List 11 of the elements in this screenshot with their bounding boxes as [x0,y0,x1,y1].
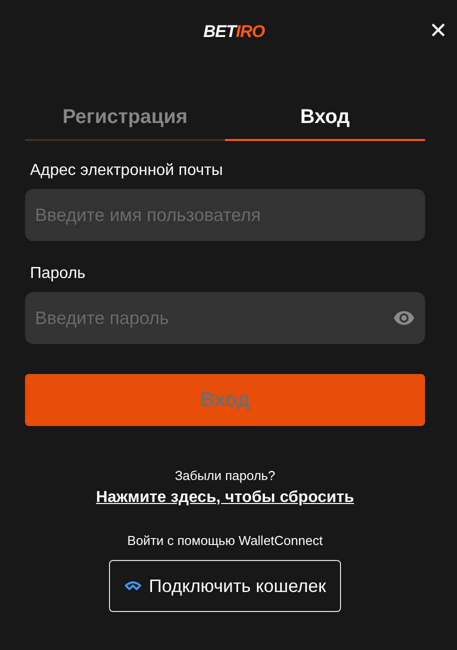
wallet-text: Войти с помощью WalletConnect [126,533,324,548]
field-label: Адрес электронной почты [30,162,224,180]
reset-link[interactable]: Нажмите здесь, чтобы сбросить [96,489,354,507]
connect-wallet-button[interactable]: Подключить кошелек [108,560,342,612]
field-label: Пароль [30,265,87,283]
tab[interactable]: Регистрация [25,104,225,141]
tab[interactable]: Вход [225,104,425,141]
wave-icon [124,580,142,592]
close-button[interactable]: ✕ [425,16,451,46]
forgot-text: Забыли пароль? [174,468,276,483]
logo: BETIRO [203,22,265,42]
